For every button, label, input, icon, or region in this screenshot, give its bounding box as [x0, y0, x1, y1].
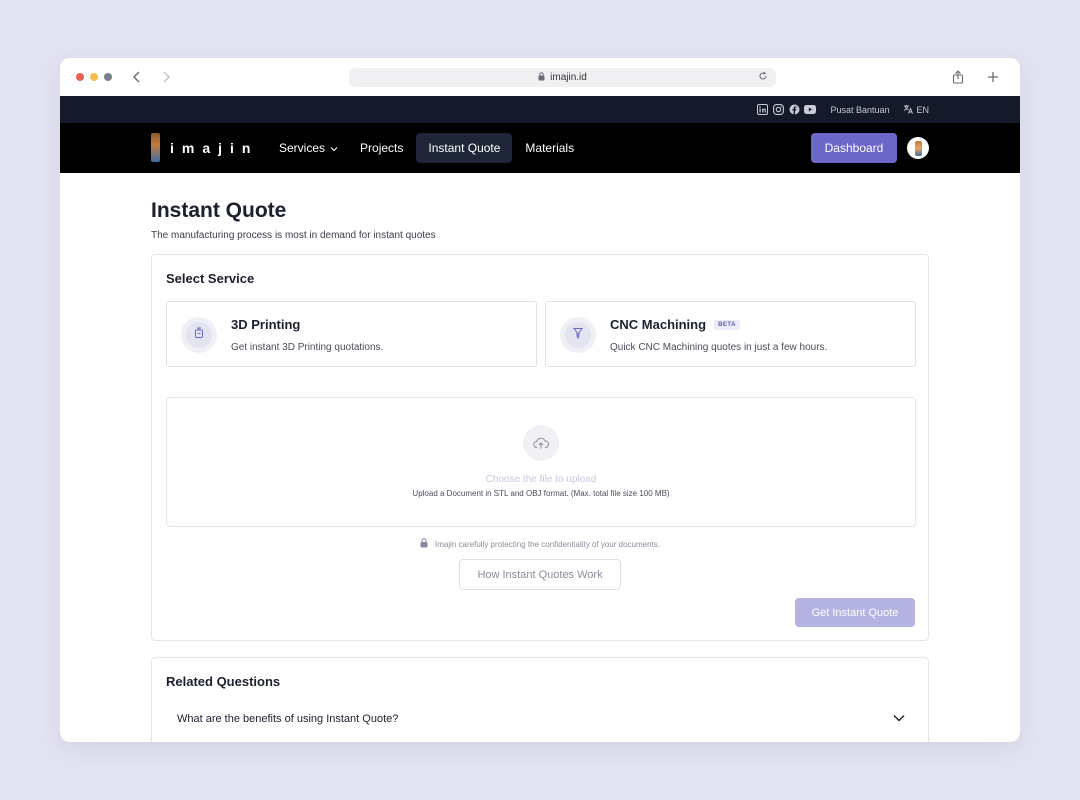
dashboard-button[interactable]: Dashboard — [811, 133, 897, 163]
nav-item-label: Instant Quote — [428, 141, 501, 155]
confidentiality-text: Imajin carefully protecting the confiden… — [434, 539, 660, 549]
avatar-image — [914, 140, 922, 156]
avatar[interactable] — [907, 137, 929, 159]
related-questions-card: Related Questions What are the benefits … — [151, 657, 929, 742]
how-instant-quotes-work-button[interactable]: How Instant Quotes Work — [459, 559, 621, 590]
service-description: Quick CNC Machining quotes in just a few… — [610, 342, 828, 353]
select-service-title: Select Service — [166, 271, 255, 286]
select-service-card: Select Service 3D Printing Get instant 3… — [151, 254, 929, 641]
nav-item-label: Projects — [360, 141, 404, 155]
nav-item-instant-quote[interactable]: Instant Quote — [416, 133, 513, 163]
page-title: Instant Quote — [151, 199, 287, 222]
beta-badge: BETA — [714, 319, 740, 330]
new-tab-icon[interactable] — [984, 68, 1002, 86]
browser-window: imajin.id Pusat Bantuan EN imajin Servic… — [60, 58, 1020, 742]
service-name-label: CNC Machining — [610, 317, 707, 332]
chevron-down-icon — [330, 141, 338, 155]
lock-icon — [420, 538, 428, 550]
linkedin-icon[interactable] — [756, 104, 768, 116]
window-controls — [76, 73, 112, 81]
browser-chrome: imajin.id — [60, 58, 1020, 96]
cnc-drill-icon — [572, 326, 584, 344]
forward-arrow-icon[interactable] — [157, 68, 175, 86]
language-selector[interactable]: EN — [903, 104, 929, 116]
cloud-upload-icon — [523, 425, 559, 461]
service-icon-wrapper — [181, 317, 217, 353]
instagram-icon[interactable] — [772, 104, 784, 116]
get-instant-quote-button[interactable]: Get Instant Quote — [795, 598, 915, 627]
chevron-down-icon[interactable] — [893, 713, 905, 725]
address-bar[interactable]: imajin.id — [349, 68, 776, 87]
facebook-icon[interactable] — [788, 104, 800, 116]
top-info-bar: Pusat Bantuan EN — [60, 96, 1020, 123]
reload-icon[interactable] — [758, 71, 768, 84]
faq-question: What are the benefits of using Instant Q… — [177, 713, 399, 725]
service-name: 3D Printing — [231, 317, 300, 332]
back-arrow-icon[interactable] — [128, 68, 146, 86]
nav-item-projects[interactable]: Projects — [351, 133, 412, 163]
share-icon[interactable] — [949, 68, 967, 86]
nav-item-label: Services — [279, 141, 326, 155]
service-option-3d-printing[interactable]: 3D Printing Get instant 3D Printing quot… — [166, 301, 537, 367]
maximize-window-button[interactable] — [104, 73, 112, 81]
url-text: imajin.id — [550, 72, 587, 83]
close-window-button[interactable] — [76, 73, 84, 81]
language-label: EN — [916, 104, 929, 115]
related-questions-title: Related Questions — [166, 674, 281, 689]
page-header: Instant Quote The manufacturing process … — [151, 173, 929, 241]
imajin-logo[interactable]: imajin — [151, 133, 258, 162]
service-description: Get instant 3D Printing quotations. — [231, 342, 384, 353]
nav-item-materials[interactable]: Materials — [516, 133, 583, 163]
main-navbar: imajin Services Projects Instant Quote M… — [60, 123, 1020, 173]
translate-icon — [903, 104, 914, 116]
lock-icon — [538, 71, 545, 84]
service-name: CNC Machining BETA — [610, 317, 740, 332]
service-icon-wrapper — [560, 317, 596, 353]
nav-item-services[interactable]: Services — [270, 133, 347, 163]
upload-hint: Upload a Document in STL and OBJ format.… — [412, 489, 670, 498]
confidentiality-note: Imajin carefully protecting the confiden… — [152, 538, 928, 550]
nav-item-label: Materials — [525, 141, 575, 155]
logo-mark-icon — [151, 133, 160, 162]
nav-menu: Services Projects Instant Quote Material… — [270, 133, 583, 163]
minimize-window-button[interactable] — [90, 73, 98, 81]
service-name-label: 3D Printing — [231, 317, 301, 332]
service-option-cnc-machining[interactable]: CNC Machining BETA Quick CNC Machining q… — [545, 301, 916, 367]
youtube-icon[interactable] — [804, 104, 817, 116]
upload-title: Choose the file to upload — [485, 474, 597, 485]
file-upload-dropzone[interactable]: Choose the file to upload Upload a Docum… — [166, 397, 916, 527]
faq-item[interactable]: What are the benefits of using Instant Q… — [177, 713, 905, 725]
page-subtitle: The manufacturing process is most in dem… — [151, 230, 436, 241]
3d-printer-icon — [193, 326, 205, 344]
help-center-link[interactable]: Pusat Bantuan — [830, 105, 889, 115]
logo-text: imajin — [170, 139, 259, 156]
